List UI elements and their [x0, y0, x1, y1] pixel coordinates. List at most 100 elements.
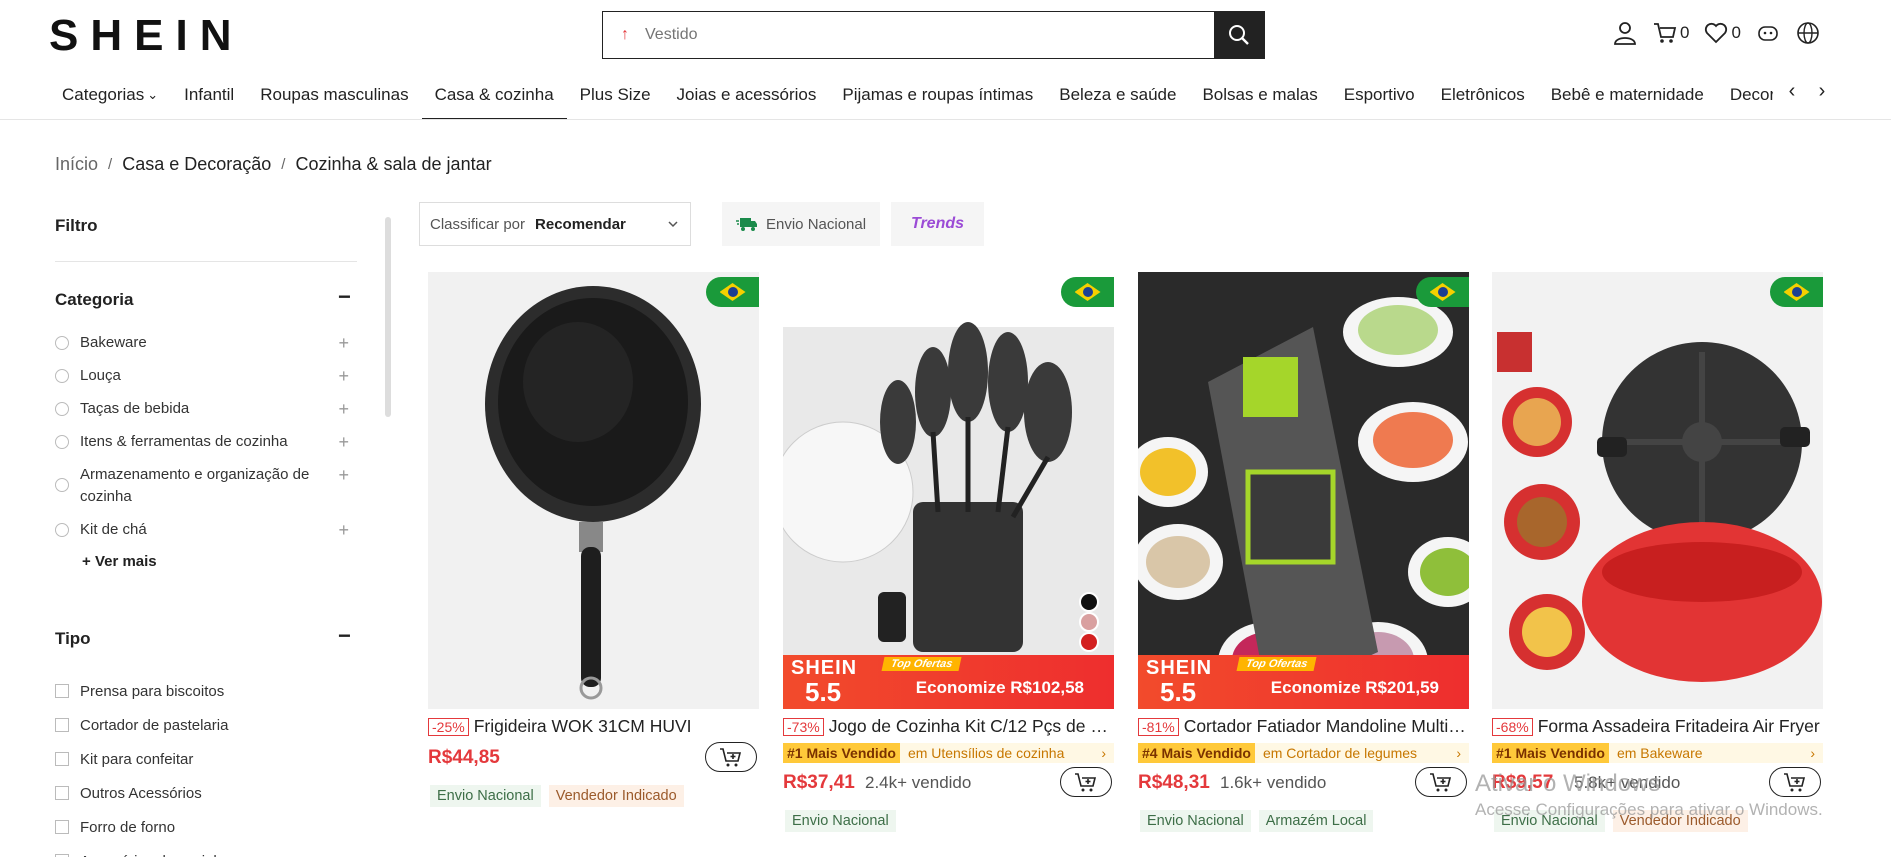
bestseller-row[interactable]: #1 Mais Vendido em Bakeware › — [1492, 743, 1823, 763]
promo-banner: SHEIN 5.5 Top Ofertas Economize R$201,59 — [1138, 655, 1469, 709]
product-image[interactable]: SHEIN 5.5 Top Ofertas Economize R$102,58 — [783, 272, 1114, 709]
search-button[interactable] — [1214, 12, 1264, 58]
expand-plus-icon[interactable]: + — [338, 464, 349, 486]
nav-item[interactable]: Eletrônicos — [1428, 70, 1538, 119]
expand-plus-icon[interactable]: + — [338, 332, 349, 354]
account-button[interactable] — [1612, 20, 1638, 46]
category-radio[interactable] — [55, 523, 69, 537]
collapse-category-icon[interactable]: − — [338, 284, 351, 310]
shein-logo[interactable]: SHEIN — [49, 14, 243, 58]
product-title[interactable]: Frigideira WOK 31CM HUVI — [474, 716, 692, 737]
promo-banner: SHEIN 5.5 Top Ofertas Economize R$102,58 — [783, 655, 1114, 709]
add-to-cart-button[interactable] — [1415, 767, 1467, 797]
nav-item[interactable]: Categorias ⌄ — [49, 70, 171, 119]
type-list: Prensa para biscoitos Cortador de pastela… — [55, 674, 355, 857]
national-shipping-filter[interactable]: Envio Nacional — [722, 202, 881, 246]
nav-item[interactable]: Bebê e maternidade — [1538, 70, 1717, 119]
promo-savings: Economize R$201,59 — [1270, 678, 1439, 697]
chevron-right-icon: › — [1810, 745, 1815, 761]
watermark-title: Ativar o Windows — [1475, 770, 1661, 797]
product-image[interactable]: SHEIN 5.5 Top Ofertas Economize R$201,59 — [1138, 272, 1469, 709]
brazil-flag-icon — [706, 277, 759, 307]
support-button[interactable] — [1755, 20, 1781, 46]
type-checkbox[interactable] — [55, 684, 69, 698]
product-title-row[interactable]: -73% Jogo de Cozinha Kit C/12 Pçs de Sili… — [783, 716, 1114, 737]
nav-next-button[interactable]: › — [1810, 80, 1834, 103]
category-item[interactable]: Kit de chá + — [55, 519, 355, 541]
product-title[interactable]: Forma Assadeira Fritadeira Air Fryer — [1538, 716, 1820, 737]
product-title[interactable]: Jogo de Cozinha Kit C/12 Pçs de Silicone — [829, 716, 1114, 737]
nav-item-label: Roupas masculinas — [260, 84, 409, 104]
nav-item[interactable]: Esportivo — [1331, 70, 1428, 119]
nav-prev-button[interactable]: ‹ — [1780, 80, 1804, 103]
collapse-type-icon[interactable]: − — [338, 623, 351, 649]
expand-plus-icon[interactable]: + — [338, 431, 349, 453]
product-title[interactable]: Cortador Fatiador Mandoline Multiuso — [1184, 716, 1469, 737]
product-image[interactable] — [1492, 272, 1823, 709]
type-section-title[interactable]: Tipo — [55, 629, 91, 649]
language-button[interactable] — [1795, 20, 1821, 46]
see-more-button[interactable]: + Ver mais — [82, 553, 157, 570]
breadcrumb-category[interactable]: Casa e Decoração — [122, 154, 271, 175]
add-to-cart-button[interactable] — [1060, 767, 1112, 797]
type-checkbox[interactable] — [55, 718, 69, 732]
product-image[interactable] — [428, 272, 759, 709]
type-checkbox[interactable] — [55, 752, 69, 766]
product-tag: Envio Nacional — [785, 810, 896, 832]
category-radio[interactable] — [55, 478, 69, 492]
sidebar-scrollbar[interactable] — [385, 217, 391, 417]
product-card[interactable]: -25% Frigideira WOK 31CM HUVI R$44,85 Envio… — [428, 272, 759, 857]
nav-item[interactable]: Bolsas e malas — [1189, 70, 1330, 119]
type-item[interactable]: Cortador de pastelaria — [55, 708, 355, 742]
type-checkbox[interactable] — [55, 820, 69, 834]
discount-badge: -81% — [1138, 717, 1179, 736]
sort-select[interactable]: Classificar por Recomendar — [419, 202, 691, 246]
expand-plus-icon[interactable]: + — [338, 519, 349, 541]
category-radio[interactable] — [55, 402, 69, 416]
cart-button[interactable]: 0 — [1652, 20, 1689, 46]
breadcrumb-home[interactable]: Início — [55, 154, 98, 175]
category-item[interactable]: Bakeware + — [55, 332, 355, 354]
truck-icon — [736, 218, 757, 231]
nav-item-label: Eletrônicos — [1440, 84, 1525, 104]
cart-icon — [1654, 23, 1677, 43]
product-card[interactable]: SHEIN 5.5 Top Ofertas Economize R$201,59 -81… — [1138, 272, 1469, 857]
wishlist-button[interactable]: 0 — [1703, 20, 1741, 46]
trends-filter[interactable]: Trends — [891, 202, 984, 246]
category-item[interactable]: Armazenamento e organização de cozinha + — [55, 464, 355, 508]
nav-item[interactable]: Infantil — [171, 70, 247, 119]
category-radio[interactable] — [55, 435, 69, 449]
nav-item[interactable]: Pijamas e roupas íntimas — [829, 70, 1046, 119]
product-title-row[interactable]: -68% Forma Assadeira Fritadeira Air Fryer — [1492, 716, 1823, 737]
nav-item[interactable]: Decoração — [1717, 70, 1773, 119]
type-item[interactable]: Prensa para biscoitos — [55, 674, 355, 708]
nav-item[interactable]: Roupas masculinas — [247, 70, 421, 119]
category-radio[interactable] — [55, 336, 69, 350]
bestseller-row[interactable]: #1 Mais Vendido em Utensílios de cozinha › — [783, 743, 1114, 763]
nav-item[interactable]: Beleza e saúde — [1046, 70, 1189, 119]
type-item[interactable]: Forro de forno — [55, 810, 355, 844]
bestseller-row[interactable]: #4 Mais Vendido em Cortador de legumes › — [1138, 743, 1469, 763]
category-section-title[interactable]: Categoria — [55, 290, 133, 310]
search-input[interactable] — [635, 12, 1214, 58]
category-radio[interactable] — [55, 369, 69, 383]
promo-brand: SHEIN — [791, 657, 858, 679]
nav-item[interactable]: Plus Size — [567, 70, 664, 119]
category-item[interactable]: Itens & ferramentas de cozinha + — [55, 431, 355, 453]
type-item[interactable]: Outros Acessórios — [55, 776, 355, 810]
add-to-cart-button[interactable] — [705, 742, 757, 772]
product-card[interactable]: SHEIN 5.5 Top Ofertas Economize R$102,58 -73… — [783, 272, 1114, 857]
type-item[interactable]: Kit para confeitar — [55, 742, 355, 776]
nav-item[interactable]: Casa & cozinha — [421, 70, 567, 119]
nav-item[interactable]: Joias e acessórios — [664, 70, 830, 119]
product-price: R$44,85 — [428, 747, 500, 768]
product-title-row[interactable]: -25% Frigideira WOK 31CM HUVI — [428, 716, 759, 737]
expand-plus-icon[interactable]: + — [338, 398, 349, 420]
sort-label: Classificar por — [430, 215, 526, 233]
product-title-row[interactable]: -81% Cortador Fatiador Mandoline Multiuso — [1138, 716, 1469, 737]
category-item[interactable]: Taças de bebida + — [55, 398, 355, 420]
category-item[interactable]: Louça + — [55, 365, 355, 387]
type-item[interactable]: Acessórios de cozinha — [55, 844, 355, 857]
expand-plus-icon[interactable]: + — [338, 365, 349, 387]
type-checkbox[interactable] — [55, 786, 69, 800]
